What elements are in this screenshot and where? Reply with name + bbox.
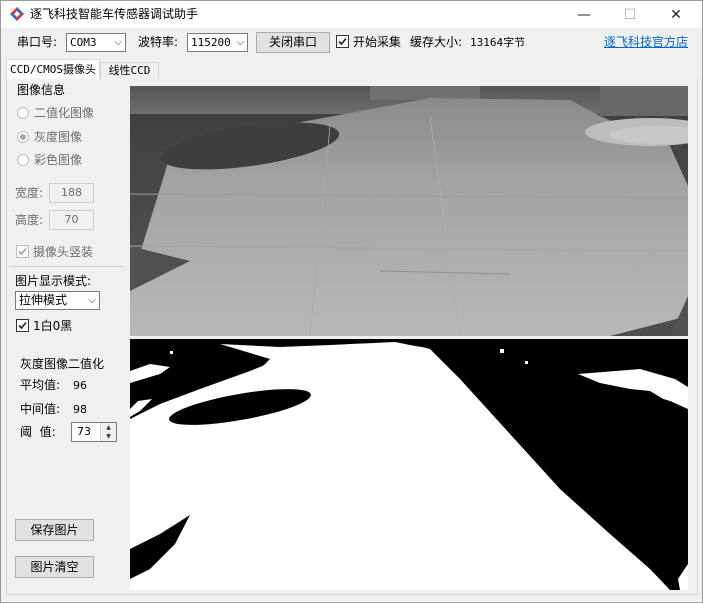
threshold-value: 73 (77, 425, 91, 438)
save-image-button[interactable]: 保存图片 (15, 519, 94, 541)
vertical-mount-label: 摄像头竖装 (33, 245, 94, 259)
threshold-spinbox[interactable]: 73 ▲ ▼ (71, 422, 117, 442)
radio-binary-image-label: 二值化图像 (34, 106, 95, 120)
radio-color-image[interactable] (17, 154, 29, 166)
website-link[interactable]: 逐飞科技官方店 (604, 34, 688, 50)
white-black-checkbox[interactable] (16, 319, 29, 332)
tab-camera[interactable]: CCD/CMOS摄像头 (6, 59, 100, 80)
height-label: 高度: (15, 213, 44, 227)
chevron-down-icon: ⌵ (114, 37, 122, 48)
average-label: 平均值: (20, 378, 61, 392)
width-label: 宽度: (15, 186, 44, 200)
threshold-label: 阈 值: (20, 425, 56, 439)
start-collect-label: 开始采集 (353, 35, 402, 49)
radio-gray-image[interactable] (17, 131, 29, 143)
port-label: 串口号: (17, 35, 58, 49)
close-port-button[interactable]: 关闭串口 (256, 32, 330, 53)
binarize-title: 灰度图像二值化 (20, 357, 105, 371)
vertical-mount-checkbox[interactable] (16, 245, 29, 258)
baud-select[interactable]: 115200 ⌵ (187, 33, 248, 52)
title-bar: 逐飞科技智能车传感器调试助手 — ☐ ✕ (1, 1, 702, 28)
radio-binary-image[interactable] (17, 107, 29, 119)
radio-gray-image-label: 灰度图像 (34, 130, 83, 144)
height-field[interactable]: 70 (49, 210, 94, 230)
checkmark-icon (18, 321, 27, 330)
baud-label: 波特率: (138, 35, 179, 49)
display-mode-select[interactable]: 拉伸模式 ⌵ (15, 291, 100, 310)
clear-image-button[interactable]: 图片清空 (15, 556, 94, 578)
chevron-down-icon: ⌵ (236, 37, 244, 48)
binary-camera-image (130, 339, 688, 590)
binary-image-view (130, 339, 688, 590)
chevron-down-icon: ⌵ (88, 295, 96, 306)
average-value: 96 (73, 379, 87, 392)
port-select-value: COM3 (70, 36, 97, 49)
median-label: 中间值: (20, 402, 61, 416)
white-black-label: 1白0黑 (33, 319, 73, 333)
buffer-value: 13164字节 (470, 36, 526, 49)
grayscale-image-view (130, 86, 688, 336)
buffer-label: 缓存大小: (410, 35, 463, 49)
grayscale-camera-image (130, 86, 688, 336)
display-mode-value: 拉伸模式 (19, 293, 68, 307)
display-mode-label: 图片显示模式: (15, 274, 92, 288)
image-info-group-label: 图像信息 (17, 83, 66, 97)
port-select[interactable]: COM3 ⌵ (66, 33, 126, 52)
threshold-spin-buttons: ▲ ▼ (100, 423, 116, 441)
median-value: 98 (73, 403, 87, 416)
spin-down-arrow-icon[interactable]: ▼ (101, 432, 116, 441)
baud-select-value: 115200 (191, 36, 231, 49)
tab-linear-ccd[interactable]: 线性CCD (100, 62, 159, 79)
maximize-button[interactable]: ☐ (607, 2, 653, 28)
radio-color-image-label: 彩色图像 (34, 153, 83, 167)
app-logo-icon (10, 7, 24, 21)
close-button[interactable]: ✕ (653, 2, 699, 28)
checkmark-icon (18, 247, 27, 256)
width-field[interactable]: 188 (49, 183, 94, 203)
group-divider (10, 266, 123, 267)
checkmark-icon (338, 37, 347, 46)
minimize-button[interactable]: — (561, 2, 607, 28)
start-collect-checkbox[interactable] (336, 35, 349, 48)
window-title: 逐飞科技智能车传感器调试助手 (30, 7, 199, 21)
